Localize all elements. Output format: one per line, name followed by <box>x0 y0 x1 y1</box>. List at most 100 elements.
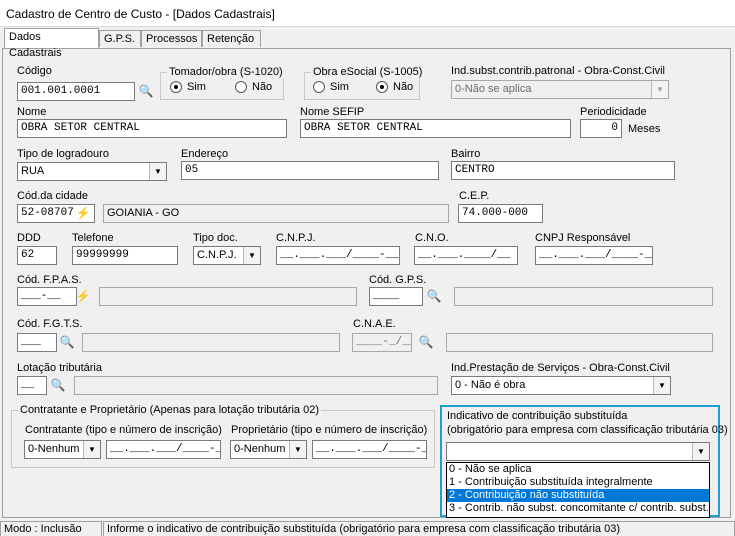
periodicidade-input[interactable]: 0 <box>580 119 622 138</box>
cod-cidade-label: Cód.da cidade <box>17 190 88 202</box>
ind-contrib-select[interactable]: ▼ <box>446 442 710 461</box>
status-message: Informe o indicativo de contribuição sub… <box>103 521 735 536</box>
chevron-down-icon: ▼ <box>83 441 100 458</box>
cep-input[interactable]: 74.000-000 <box>458 204 543 223</box>
nome-sefip-input[interactable]: OBRA SETOR CENTRAL <box>300 119 571 138</box>
cod-gps-input[interactable]: ____ <box>369 287 423 306</box>
gps-search-icon[interactable]: 🔍 <box>425 289 443 304</box>
obra-esocial-nao-label: Não <box>393 81 414 93</box>
tipo-logradouro-select[interactable]: RUA ▼ <box>17 162 167 181</box>
cnpj-label: C.N.P.J. <box>276 232 316 244</box>
ind-subst-value: 0-Não se aplica <box>455 83 532 95</box>
chevron-down-icon: ▼ <box>653 377 670 394</box>
cnpj-resp-label: CNPJ Responsável <box>535 232 631 244</box>
cidade-name-field: GOIANIA - GO <box>103 204 449 223</box>
cnpj-input[interactable]: __.___.___/____-__ <box>276 246 400 265</box>
chevron-down-icon: ▼ <box>692 443 709 460</box>
contratante-tipo-value: 0-Nenhum <box>28 443 80 455</box>
contratante-tipo-select[interactable]: 0-Nenhum ▼ <box>24 440 101 459</box>
proprietario-numero-input[interactable]: __.___.___/____-__ <box>312 440 427 459</box>
tomador-nao-radio[interactable] <box>235 81 247 93</box>
obra-esocial-sim-label: Sim <box>330 81 349 93</box>
cnae-label: C.N.A.E. <box>353 318 396 330</box>
tomador-nao-label: Não <box>252 81 273 93</box>
tomador-label: Tomador/obra (S-1020) <box>167 66 285 78</box>
chevron-down-icon: ▼ <box>243 247 260 264</box>
cnpj-resp-input[interactable]: __.___.___/____-__ <box>535 246 653 265</box>
cod-fgts-label: Cód. F.G.T.S. <box>17 318 83 330</box>
fgts-search-icon[interactable]: 🔍 <box>58 335 76 350</box>
ind-subst-select[interactable]: 0-Não se aplica ▼ <box>451 80 669 99</box>
dropdown-option[interactable]: 1 - Contribuição substituída integralmen… <box>447 476 709 489</box>
endereco-input[interactable]: 05 <box>181 161 439 180</box>
tab-strip: Dados Cadastrais G.P.S. Processos Retenç… <box>0 26 735 59</box>
cep-label: C.E.P. <box>459 190 490 202</box>
tipo-doc-select[interactable]: C.N.P.J. ▼ <box>193 246 261 265</box>
obra-esocial-sim-radio[interactable] <box>313 81 325 93</box>
cno-label: C.N.O. <box>415 232 449 244</box>
codigo-search-icon[interactable]: 🔍 <box>137 84 155 99</box>
status-bar: Modo : Inclusão Informe o indicativo de … <box>0 520 735 536</box>
tab-processos[interactable]: Processos <box>141 30 202 47</box>
tipo-doc-label: Tipo doc. <box>193 232 238 244</box>
tipo-doc-value: C.N.P.J. <box>197 249 237 261</box>
tab-gps[interactable]: G.P.S. <box>99 30 141 47</box>
ind-prestacao-value: 0 - Não é obra <box>455 379 526 391</box>
cod-fgts-input[interactable]: ___ <box>17 333 57 352</box>
cod-fpas-label: Cód. F.P.A.S. <box>17 274 82 286</box>
title-bar: Cadastro de Centro de Custo - [Dados Cad… <box>0 0 735 27</box>
dropdown-option-selected[interactable]: 2 - Contribuição não substituída <box>447 489 709 502</box>
codigo-label: Código <box>17 65 52 77</box>
tipo-logradouro-value: RUA <box>21 165 45 177</box>
ind-prestacao-select[interactable]: 0 - Não é obra ▼ <box>451 376 671 395</box>
cod-fpas-input[interactable]: ___-__ <box>17 287 77 306</box>
lightning-icon[interactable]: ⚡ <box>74 206 92 221</box>
contratante-group: Contratante e Proprietário (Apenas para … <box>11 404 435 468</box>
telefone-label: Telefone <box>72 232 114 244</box>
cno-input[interactable]: __.___.____/__ <box>414 246 518 265</box>
window-title: Cadastro de Centro de Custo - [Dados Cad… <box>6 7 275 21</box>
chevron-down-icon: ▼ <box>651 81 668 98</box>
nome-input[interactable]: OBRA SETOR CENTRAL <box>17 119 287 138</box>
cnae-input[interactable]: ____-_/__ <box>352 333 412 352</box>
cnae-search-icon: 🔍 <box>418 335 434 349</box>
bairro-input[interactable]: CENTRO <box>451 161 675 180</box>
obra-esocial-label: Obra eSocial (S-1005) <box>311 66 425 78</box>
tomador-sim-radio[interactable] <box>170 81 182 93</box>
fpas-description-field <box>99 287 357 306</box>
bairro-label: Bairro <box>451 148 481 160</box>
periodicidade-unit: Meses <box>628 123 661 135</box>
status-mode: Modo : Inclusão <box>0 521 102 536</box>
ind-contrib-dropdown-list: 0 - Não se aplica 1 - Contribuição subst… <box>446 462 710 518</box>
proprietario-label: Proprietário (tipo e número de inscrição… <box>231 424 428 436</box>
ind-subst-label: Ind.subst.contrib.patronal - Obra-Const.… <box>451 65 665 77</box>
ind-contrib-sublabel: (obrigatório para empresa com classifica… <box>447 424 728 436</box>
contratante-group-label: Contratante e Proprietário (Apenas para … <box>18 404 322 416</box>
telefone-input[interactable]: 99999999 <box>72 246 178 265</box>
periodicidade-label: Periodicidade <box>580 106 647 118</box>
codigo-input[interactable]: 001.001.0001 <box>17 82 135 101</box>
nome-label: Nome <box>17 106 47 118</box>
gps-description-field <box>454 287 713 306</box>
dropdown-option[interactable]: 3 - Contrib. não subst. concomitante c/ … <box>447 502 709 515</box>
lotacao-description-field <box>74 376 438 395</box>
tab-dados-cadastrais[interactable]: Dados Cadastrais <box>4 28 99 59</box>
lotacao-input[interactable]: __ <box>17 376 47 395</box>
tab-retencao[interactable]: Retenção <box>202 30 261 47</box>
lotacao-label: Lotação tributária <box>17 362 102 374</box>
ind-contrib-label: Indicativo de contribuição substituída <box>447 410 628 422</box>
obra-esocial-nao-radio[interactable] <box>376 81 388 93</box>
ddd-label: DDD <box>17 232 41 244</box>
lotacao-search-icon[interactable]: 🔍 <box>49 378 67 393</box>
proprietario-tipo-select[interactable]: 0-Nenhum ▼ <box>230 440 307 459</box>
contratante-numero-input[interactable]: __.___.___/____-__ <box>106 440 221 459</box>
endereco-label: Endereço <box>181 148 229 160</box>
dropdown-option[interactable]: 0 - Não se aplica <box>447 463 709 476</box>
cod-gps-label: Cód. G.P.S. <box>369 274 427 286</box>
fgts-description-field <box>82 333 340 352</box>
ddd-input[interactable]: 62 <box>17 246 57 265</box>
tipo-logradouro-label: Tipo de logradouro <box>17 148 109 160</box>
ind-prestacao-label: Ind.Prestação de Serviços - Obra-Const.C… <box>451 362 670 374</box>
chevron-down-icon: ▼ <box>149 163 166 180</box>
lightning-icon[interactable]: ⚡ <box>74 289 92 304</box>
